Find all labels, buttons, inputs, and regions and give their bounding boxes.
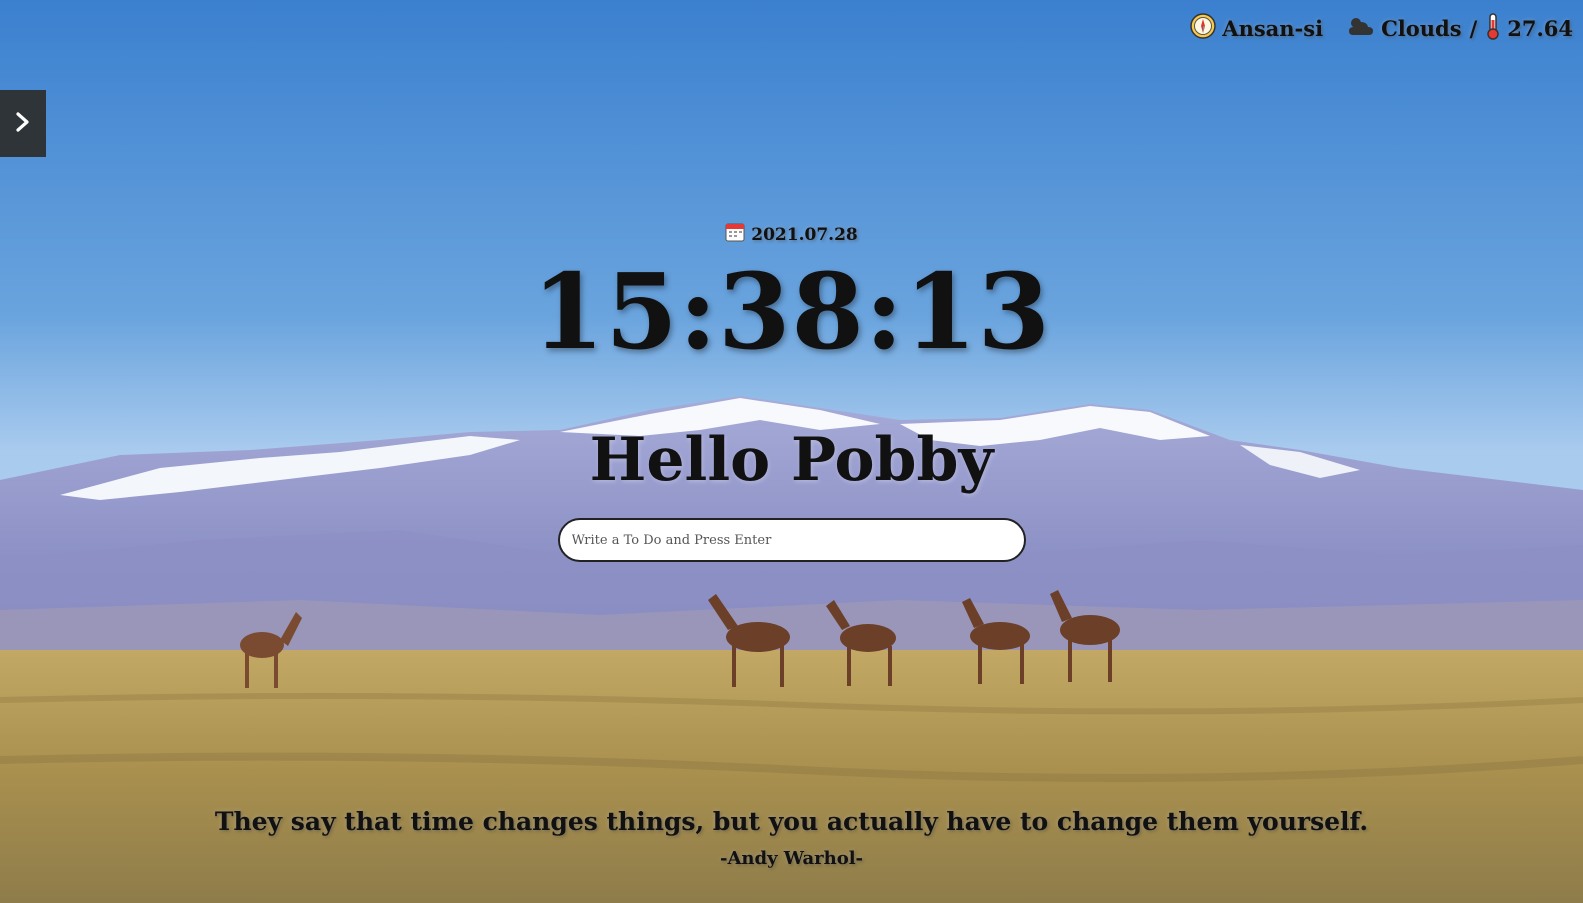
chevron-right-icon	[14, 111, 32, 137]
compass-icon	[1190, 13, 1217, 44]
weather-group: Clouds / 27.64	[1347, 12, 1573, 45]
weather-condition: Clouds	[1381, 16, 1462, 41]
todo-form	[0, 518, 1583, 562]
calendar-icon	[725, 222, 745, 247]
thermometer-icon	[1485, 12, 1501, 45]
quote-author: -Andy Warhol-	[719, 848, 864, 869]
weather-bar: Ansan-si Clouds / 27.64	[1190, 12, 1573, 45]
location-group: Ansan-si	[1190, 13, 1323, 44]
clock: 15:38:13	[532, 250, 1051, 373]
greeting: Hello Pobby	[589, 425, 994, 495]
weather-separator: /	[1469, 16, 1478, 41]
todo-input[interactable]	[557, 518, 1026, 562]
sidebar-toggle-button[interactable]	[0, 90, 46, 157]
temperature-value: 27.64	[1507, 16, 1573, 41]
date-label: 2021.07.28	[751, 224, 858, 245]
location-label: Ansan-si	[1222, 16, 1324, 41]
cloud-sun-icon	[1347, 15, 1375, 42]
new-tab-screen: Ansan-si Clouds / 27.64 2021.07.28 15:38…	[0, 0, 1583, 903]
quote-text: They say that time changes things, but y…	[214, 807, 1369, 836]
date-display: 2021.07.28	[0, 222, 1583, 247]
